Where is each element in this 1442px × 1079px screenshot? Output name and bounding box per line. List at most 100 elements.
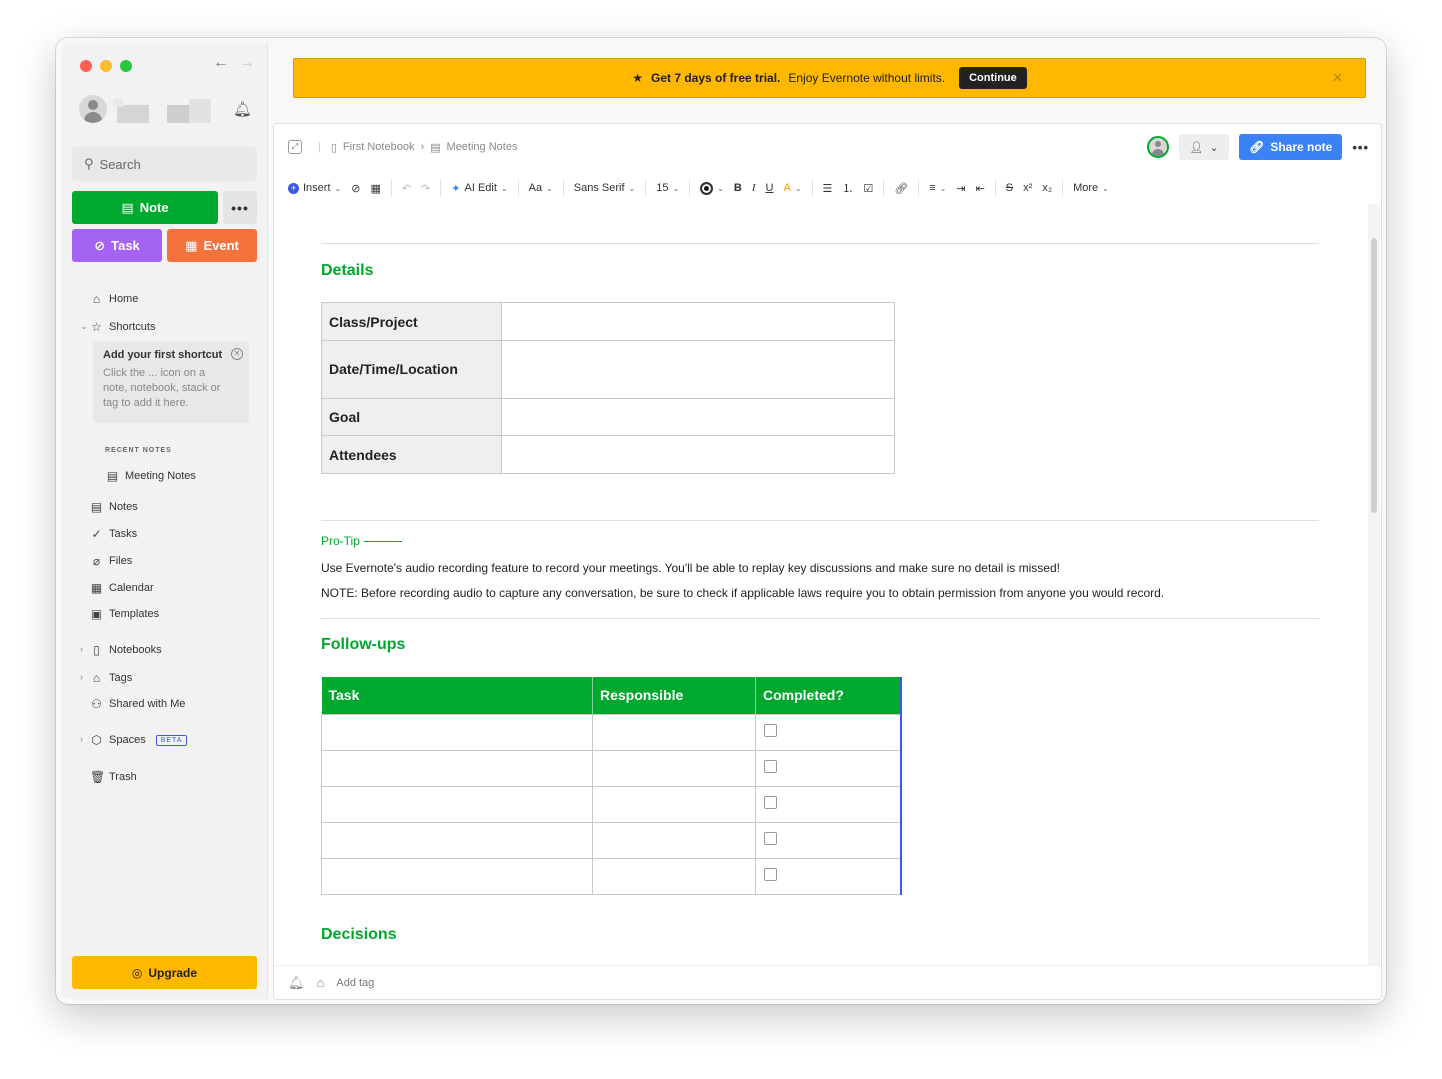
shortcuts-collapse-caret[interactable]: ⌄	[80, 321, 88, 332]
sidebar-item-notes[interactable]: ▤ Notes	[90, 498, 138, 516]
details-value-cell[interactable]	[501, 302, 895, 341]
minimize-window-button[interactable]	[100, 60, 112, 72]
task-cell[interactable]	[321, 857, 593, 895]
bold-button[interactable]: B	[734, 182, 742, 194]
checklist-icon[interactable]: ☑	[863, 182, 873, 195]
task-cell[interactable]	[321, 785, 593, 823]
new-note-button[interactable]: ▤ Note	[72, 191, 218, 224]
completed-checkbox[interactable]	[764, 796, 777, 809]
underline-button[interactable]: U	[766, 182, 774, 194]
tags-expand-caret[interactable]: ›	[80, 672, 83, 682]
continue-button[interactable]: Continue	[959, 67, 1027, 89]
notebooks-expand-caret[interactable]: ›	[80, 644, 83, 654]
completed-cell	[755, 785, 902, 823]
sidebar-item-notebooks[interactable]: ▯ Notebooks	[90, 641, 161, 659]
back-arrow-icon[interactable]: ←	[213, 54, 229, 72]
numbered-list-icon[interactable]: ⒈	[842, 180, 853, 196]
outdent-icon[interactable]: ⇤	[976, 182, 985, 195]
details-value-cell[interactable]	[501, 435, 895, 474]
sidebar-item-shortcuts[interactable]: ☆ Shortcuts	[90, 318, 155, 336]
sidebar-item-spaces[interactable]: ⬡ Spaces BETA	[90, 731, 188, 749]
paperclip-icon: ⌀	[92, 554, 101, 568]
details-value-cell[interactable]	[501, 340, 895, 399]
upgrade-button[interactable]: ◎ Upgrade	[72, 956, 257, 989]
forward-arrow-icon[interactable]: →	[239, 54, 255, 72]
redo-icon[interactable]: ↷	[421, 182, 430, 195]
star-icon: ☆	[91, 320, 102, 334]
undo-icon[interactable]: ↶	[402, 182, 411, 195]
account-avatar[interactable]	[79, 95, 107, 123]
followups-table[interactable]: Task Responsible Completed?	[321, 677, 902, 895]
responsible-cell[interactable]	[592, 749, 756, 787]
home-icon: ⌂	[92, 292, 101, 306]
task-cell[interactable]	[321, 749, 593, 787]
superscript-button[interactable]: x²	[1023, 182, 1032, 194]
sidebar-item-templates[interactable]: ▣ Templates	[90, 605, 159, 623]
sidebar-item-tags[interactable]: ⌂ Tags	[90, 669, 132, 687]
recent-note-item[interactable]: ▤ Meeting Notes	[106, 467, 196, 485]
sidebar-item-shared[interactable]: ⚇ Shared with Me	[90, 695, 185, 713]
followups-heading: Follow-ups	[321, 636, 406, 653]
search-input[interactable]: ⚲ Search	[72, 147, 257, 181]
link-icon[interactable]: 🔗︎	[894, 182, 908, 195]
add-tag-input[interactable]: Add tag	[336, 977, 374, 989]
breadcrumb-notebook[interactable]: First Notebook	[343, 141, 415, 153]
sidebar-item-tasks[interactable]: ✓ Tasks	[90, 525, 137, 543]
more-formatting-dropdown[interactable]: More ⌄	[1073, 182, 1109, 194]
task-cell[interactable]	[321, 713, 593, 751]
note-more-button[interactable]: •••	[1352, 140, 1369, 155]
highlight-dropdown[interactable]: A ⌄	[783, 182, 801, 194]
bulleted-list-icon[interactable]: ☰	[823, 182, 833, 195]
close-icon[interactable]: ✕	[1332, 70, 1343, 86]
reminder-bell-icon[interactable]: 🔔︎	[288, 975, 305, 991]
responsible-cell[interactable]	[592, 857, 756, 895]
tag-add-icon[interactable]: ⌂	[317, 975, 325, 990]
close-icon[interactable]: ✕	[231, 348, 243, 360]
indent-icon[interactable]: ⇥	[956, 182, 965, 195]
insert-button[interactable]: + Insert ⌄	[288, 182, 341, 194]
collaborator-avatar[interactable]	[1147, 136, 1170, 158]
sidebar: ← → 🔔︎ ⚲ Search ▤ Note ••• ⊘ Task ▦ Even…	[61, 43, 268, 999]
scrollbar-thumb[interactable]	[1371, 238, 1377, 513]
expand-icon[interactable]: ⤢	[288, 140, 302, 154]
chevron-down-icon: ⌄	[1102, 183, 1109, 193]
completed-checkbox[interactable]	[764, 868, 777, 881]
completed-checkbox[interactable]	[764, 832, 777, 845]
subscript-button[interactable]: x₂	[1042, 182, 1052, 194]
task-check-icon[interactable]: ⊘	[351, 182, 360, 195]
font-size-dropdown[interactable]: 15 ⌄	[656, 182, 679, 194]
responsible-cell[interactable]	[592, 713, 756, 751]
font-family-dropdown[interactable]: Sans Serif ⌄	[574, 182, 635, 194]
chevron-down-icon: ⌄	[794, 183, 802, 193]
responsible-cell[interactable]	[592, 821, 756, 859]
new-task-button[interactable]: ⊘ Task	[72, 229, 162, 262]
text-style-dropdown[interactable]: Aa ⌄	[529, 182, 553, 194]
completed-checkbox[interactable]	[764, 724, 777, 737]
alignment-dropdown[interactable]: ≡ ⌄	[929, 182, 946, 194]
sidebar-item-calendar[interactable]: ▦ Calendar	[90, 579, 154, 597]
sidebar-item-home[interactable]: ⌂ Home	[90, 290, 138, 308]
bell-icon[interactable]: 🔔︎	[233, 100, 252, 118]
new-event-button[interactable]: ▦ Event	[167, 229, 257, 262]
close-window-button[interactable]	[80, 60, 92, 72]
ai-edit-button[interactable]: ✦ AI Edit ⌄	[451, 182, 507, 195]
details-value-cell[interactable]	[501, 398, 895, 436]
responsible-cell[interactable]	[592, 785, 756, 823]
sidebar-item-files[interactable]: ⌀ Files	[90, 552, 132, 570]
sidebar-item-trash[interactable]: 🗑︎ Trash	[90, 768, 137, 786]
details-table[interactable]: Class/Project Date/Time/Location Goal At…	[321, 302, 895, 474]
text-color-dropdown[interactable]: ⌄	[700, 181, 724, 195]
strikethrough-icon[interactable]: S	[1006, 182, 1013, 194]
new-more-button[interactable]: •••	[223, 191, 257, 224]
italic-button[interactable]: I	[752, 182, 756, 194]
zoom-window-button[interactable]	[120, 60, 132, 72]
calendar-icon[interactable]: ▦	[370, 182, 380, 195]
breadcrumb-note[interactable]: Meeting Notes	[447, 141, 518, 153]
share-permissions-dropdown[interactable]: 👤︎ ⌄	[1179, 134, 1230, 160]
completed-checkbox[interactable]	[764, 760, 777, 773]
column-header-completed: Completed?	[755, 677, 902, 714]
share-note-button[interactable]: 🔗︎ Share note	[1239, 134, 1343, 160]
task-cell[interactable]	[321, 821, 593, 859]
calendar-plus-icon: ▦	[185, 237, 198, 253]
spaces-expand-caret[interactable]: ›	[80, 734, 83, 744]
